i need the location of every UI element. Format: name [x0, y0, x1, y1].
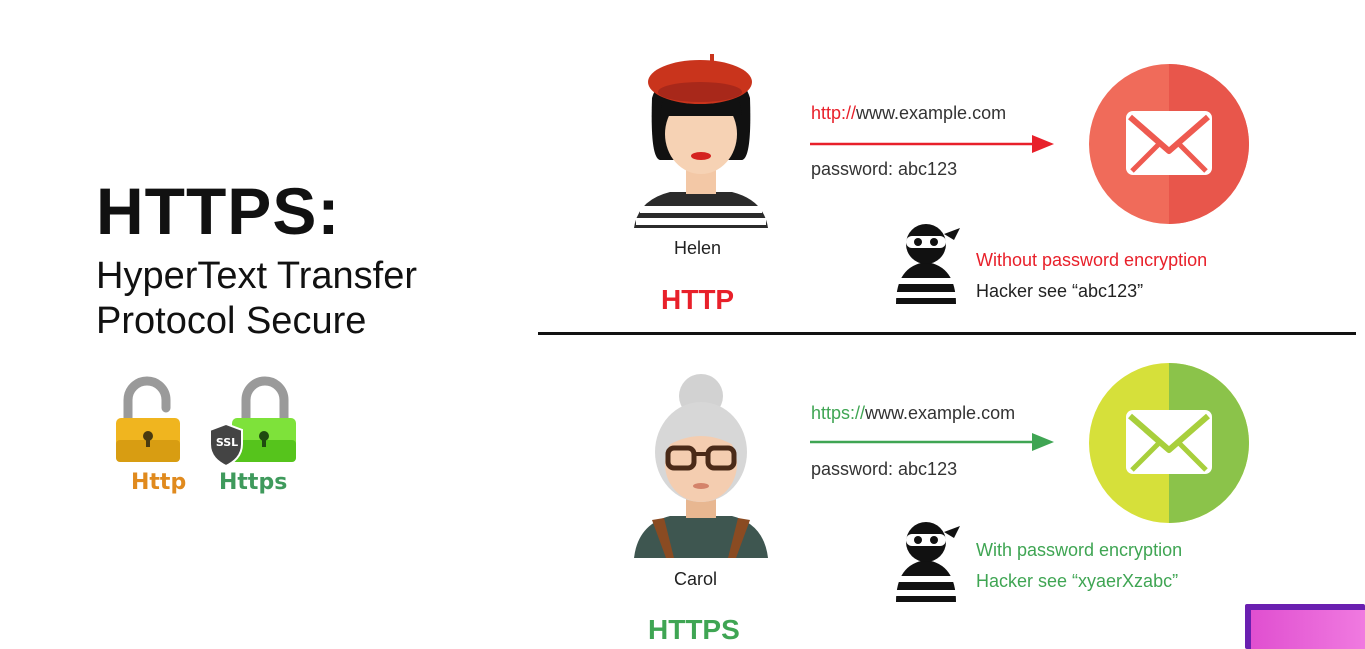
http-url-scheme: http://: [811, 103, 857, 123]
subtitle-line-2: Protocol Secure: [96, 300, 367, 342]
ssl-badge-text: SSL: [215, 436, 239, 449]
http-hacker-icon: [890, 220, 962, 306]
https-hacker-icon: [890, 518, 962, 604]
https-url: https://www.example.com: [811, 403, 1015, 424]
http-url: http://www.example.com: [811, 103, 1006, 124]
http-lock-icon: [112, 376, 192, 468]
http-protocol-label: HTTP: [661, 284, 735, 315]
https-note-line-1: With password encryption: [976, 540, 1183, 560]
webcam-overlay: [1245, 604, 1365, 649]
http-note-line-1: Without password encryption: [976, 250, 1208, 270]
subtitle-line-1: HyperText Transfer: [96, 255, 417, 297]
helen-name: Helen: [674, 238, 722, 258]
https-password: password: abc123: [811, 459, 958, 479]
https-arrow-icon: [810, 432, 1060, 452]
http-url-host: www.example.com: [856, 103, 1007, 123]
http-lock-label: Http: [131, 470, 187, 495]
section-divider: [538, 332, 1356, 335]
http-note-line-2: Hacker see “abc123”: [976, 281, 1144, 301]
page-subtitle: HyperText Transfer Protocol Secure: [96, 254, 516, 344]
carol-avatar: [630, 374, 772, 559]
https-url-scheme: https://: [811, 403, 866, 423]
https-url-host: www.example.com: [865, 403, 1016, 423]
https-lock-label: Https: [219, 470, 288, 495]
carol-name: Carol: [674, 569, 718, 589]
https-mail-icon: [1088, 362, 1250, 524]
https-protocol-label: HTTPS: [648, 614, 740, 645]
http-mail-icon: [1088, 63, 1250, 225]
http-arrow-icon: [810, 134, 1060, 154]
helen-avatar: [630, 48, 772, 233]
http-note: Without password encryption Hacker see “…: [976, 245, 1207, 307]
page-title: HTTPS:: [96, 174, 341, 248]
http-password: password: abc123: [811, 159, 958, 179]
https-note: With password encryption Hacker see “xya…: [976, 535, 1182, 597]
https-lock-icon: [206, 376, 306, 470]
https-note-line-2: Hacker see “xyaerXzabc”: [976, 571, 1179, 591]
